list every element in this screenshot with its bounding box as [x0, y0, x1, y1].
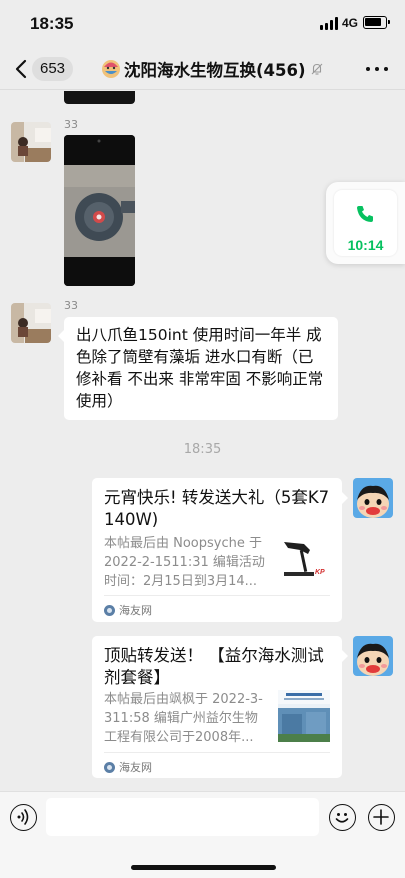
voice-input-icon[interactable]: [10, 804, 37, 831]
thumbnail-brand-text: KP: [315, 569, 325, 576]
call-duration: 10:14: [347, 237, 384, 253]
link-card-divider: [104, 752, 330, 753]
emoji-icon[interactable]: [329, 804, 356, 831]
message-input[interactable]: [46, 798, 319, 836]
text-message-bubble[interactable]: 出八爪鱼150int 使用时间一年半 成色除了筒壁有藻垢 进水口有断（已修补看 …: [58, 317, 338, 420]
link-card-thumbnail: KP: [278, 534, 330, 586]
floating-call-card[interactable]: 10:14: [334, 190, 397, 256]
signal-icon: [320, 17, 338, 30]
status-time: 18:35: [30, 14, 74, 33]
video-message[interactable]: [64, 135, 135, 286]
sender-name: 33: [64, 299, 78, 312]
link-card-title: 元宵快乐! 转发送大礼（5套K7 140W): [104, 488, 330, 529]
link-card-title: 顶贴转发送！ 【益尔海水测试剂套餐】: [104, 646, 324, 687]
link-card-description: 本帖最后由 Noopsyche 于 2022-2-1511:31 编辑活动时间：…: [104, 536, 265, 589]
link-card-thumbnail: [278, 690, 330, 742]
chat-title-group[interactable]: 沈阳海水生物互换(456): [101, 57, 324, 81]
source-app-icon: [104, 761, 115, 773]
home-indicator[interactable]: [131, 865, 276, 870]
battery-icon: [363, 16, 390, 29]
sender-name: 33: [64, 118, 78, 131]
add-attachment-icon[interactable]: [368, 804, 395, 831]
unread-count-badge[interactable]: 653: [32, 57, 74, 81]
previous-media-message[interactable]: [64, 91, 135, 104]
back-chevron-icon[interactable]: [12, 58, 32, 80]
sender-avatar[interactable]: [11, 122, 51, 162]
link-card-source-label: 海友网: [119, 604, 152, 617]
sender-avatar[interactable]: [11, 303, 51, 343]
link-card-description: 本帖最后由飒枫于 2022-3-311:58 编辑广州益尔生物工程有限公司于20…: [104, 692, 263, 745]
more-options-icon[interactable]: [366, 67, 388, 73]
link-card-source: 海友网: [104, 759, 152, 775]
link-card-source: 海友网: [104, 602, 152, 618]
my-avatar[interactable]: [353, 636, 393, 676]
source-app-icon: [104, 604, 115, 616]
network-label: 4G: [342, 16, 359, 30]
chat-title: 沈阳海水生物互换(456): [124, 61, 306, 80]
chat-header: 653 沈阳海水生物互换(456): [0, 48, 405, 90]
status-bar: 18:35 4G: [0, 0, 405, 48]
phone-icon: [357, 206, 373, 222]
shared-link-card[interactable]: 元宵快乐! 转发送大礼（5套K7 140W) 本帖最后由 Noopsyche 于…: [92, 478, 348, 622]
floating-call-window[interactable]: 10:14: [326, 182, 405, 264]
link-card-source-label: 海友网: [119, 761, 152, 774]
group-emoji-icon: [102, 60, 120, 78]
my-avatar[interactable]: [353, 478, 393, 518]
mute-bell-icon: [311, 63, 322, 75]
link-card-divider: [104, 595, 330, 596]
shared-link-card[interactable]: 顶贴转发送！ 【益尔海水测试剂套餐】 本帖最后由飒枫于 2022-3-311:5…: [92, 636, 348, 778]
message-timestamp: 18:35: [183, 442, 222, 457]
